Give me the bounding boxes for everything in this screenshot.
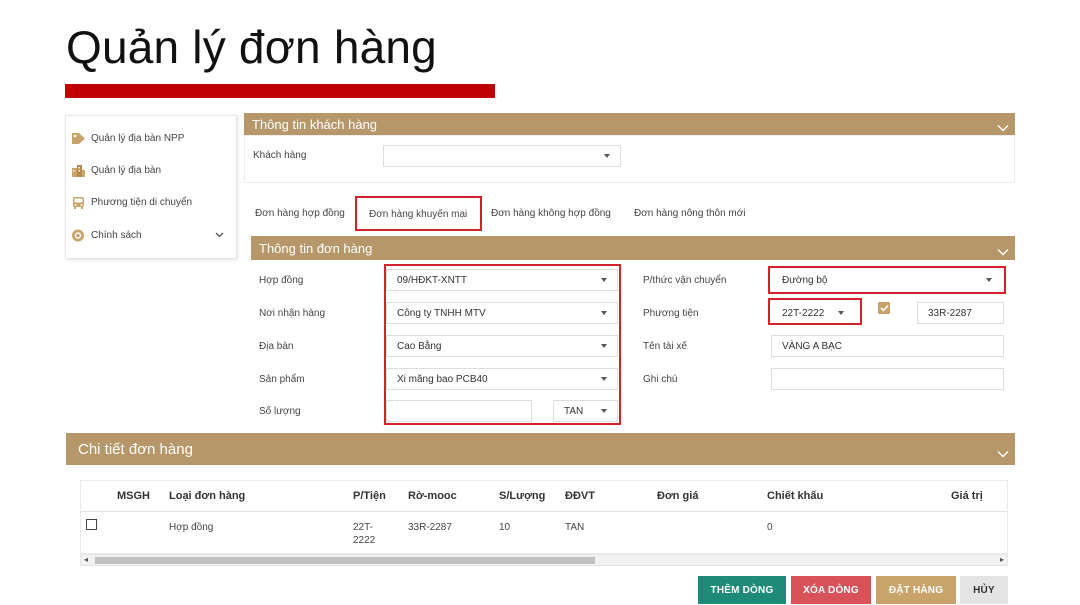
detail-panel-title: Chi tiết đơn hàng: [78, 440, 193, 458]
sidebar-item-vehicles[interactable]: Phương tiện di chuyển: [70, 195, 230, 209]
sidebar-item-label: Phương tiện di chuyển: [91, 196, 193, 208]
cancel-button[interactable]: HỦY: [960, 576, 1008, 604]
customer-label: Khách hàng: [253, 150, 307, 161]
scroll-left-icon[interactable]: ◂: [84, 555, 88, 565]
col-header-order-type: Loại đơn hàng: [169, 490, 246, 502]
order-detail-table: MSGH Loại đơn hàng P/Tiện Rờ-mooc S/Lượn…: [80, 480, 1008, 554]
title-underline-bar: [65, 84, 495, 98]
receiver-select[interactable]: Công ty TNHH MTV: [386, 302, 618, 324]
table-divider: [81, 511, 1007, 512]
quantity-input[interactable]: [386, 400, 532, 422]
col-header-unit: ĐĐVT: [565, 490, 595, 502]
sidebar-item-npp-area[interactable]: Quản lý địa bàn NPP: [70, 131, 230, 145]
col-header-unit-price: Đơn giá: [657, 490, 699, 502]
vehicle-value: 22T-2222: [782, 307, 825, 319]
sidebar-item-label: Quản lý địa bàn NPP: [91, 132, 185, 144]
sidebar-item-area[interactable]: Quản lý địa bàn: [70, 163, 230, 177]
contract-select[interactable]: 09/HĐKT-XNTT: [386, 269, 618, 291]
trailer-value: 33R-2287: [928, 307, 972, 319]
tab-non-contract-orders[interactable]: Đơn hàng không hợp đồng: [491, 208, 611, 219]
driver-value: VÀNG A BẠC: [782, 340, 843, 352]
caret-down-icon: [601, 278, 607, 282]
row-checkbox[interactable]: [86, 519, 97, 530]
transport-method-label: P/thức vận chuyển: [643, 275, 727, 286]
tab-rural-orders[interactable]: Đơn hàng nông thôn mới: [634, 208, 746, 219]
add-row-button[interactable]: THÊM DÒNG: [698, 576, 786, 604]
table-horizontal-scrollbar[interactable]: ◂ ▸: [80, 554, 1008, 566]
trailer-checkbox[interactable]: [878, 302, 890, 314]
caret-down-icon: [601, 409, 607, 413]
area-label: Địa bàn: [259, 341, 294, 352]
receiver-value: Công ty TNHH MTV: [397, 307, 486, 319]
vehicle-select[interactable]: 22T-2222: [771, 302, 859, 324]
note-label: Ghi chú: [643, 374, 678, 385]
col-header-msgh: MSGH: [117, 490, 150, 502]
product-select[interactable]: Xi măng bao PCB40: [386, 368, 618, 390]
cell-unit: TAN: [565, 522, 585, 533]
tag-icon: [70, 131, 86, 145]
bus-icon: [70, 195, 86, 209]
quantity-unit-value: TAN: [564, 405, 584, 417]
transport-method-select[interactable]: Đường bộ: [771, 269, 1003, 291]
cell-discount: 0: [767, 522, 773, 533]
caret-down-icon: [986, 278, 992, 282]
col-header-trailer: Rờ-mooc: [408, 490, 457, 502]
customer-panel-body: Khách hàng: [244, 135, 1015, 183]
contract-label: Hợp đồng: [259, 275, 304, 286]
cell-quantity: 10: [499, 522, 511, 533]
cell-order-type: Hợp đồng: [169, 522, 214, 533]
caret-down-icon: [601, 344, 607, 348]
chevron-down-icon[interactable]: [997, 120, 1009, 132]
chevron-down-icon[interactable]: [997, 244, 1009, 256]
scrollbar-thumb[interactable]: [95, 557, 595, 564]
cell-trailer: 33R-2287: [408, 522, 452, 533]
driver-label: Tên tài xế: [643, 341, 687, 352]
chevron-down-icon[interactable]: [997, 445, 1009, 458]
sidebar-item-label: Chính sách: [91, 229, 142, 241]
receiver-label: Nơi nhận hàng: [259, 308, 326, 319]
col-header-quantity: S/Lượng: [499, 490, 546, 502]
customer-panel-header[interactable]: Thông tin khách hàng: [244, 113, 1015, 135]
quantity-label: Số lượng: [259, 406, 301, 417]
building-icon: [70, 163, 86, 177]
col-header-discount: Chiết khấu: [767, 490, 824, 502]
col-header-vehicle: P/Tiện: [353, 490, 386, 502]
area-value: Cao Bằng: [397, 340, 442, 352]
contract-value: 09/HĐKT-XNTT: [397, 274, 468, 286]
trailer-input[interactable]: 33R-2287: [917, 302, 1004, 324]
quantity-unit-select[interactable]: TAN: [553, 400, 618, 422]
transport-method-value: Đường bộ: [782, 274, 828, 286]
scroll-right-icon[interactable]: ▸: [1000, 555, 1004, 565]
product-label: Sản phẩm: [259, 374, 305, 385]
detail-panel-header[interactable]: Chi tiết đơn hàng: [66, 433, 1015, 465]
order-panel-title: Thông tin đơn hàng: [259, 240, 373, 256]
caret-down-icon: [601, 311, 607, 315]
cell-vehicle: 22T-2222: [353, 522, 376, 546]
tab-contract-orders[interactable]: Đơn hàng hợp đồng: [255, 208, 345, 219]
sidebar: Quản lý địa bàn NPP Quản lý địa bàn Phươ…: [65, 115, 237, 259]
caret-down-icon: [601, 377, 607, 381]
slide-title: Quản lý đơn hàng: [66, 21, 437, 73]
delete-row-button[interactable]: XÓA DÒNG: [791, 576, 871, 604]
tab-promotion-orders[interactable]: Đơn hàng khuyến mại: [369, 209, 467, 220]
chevron-down-icon[interactable]: [215, 229, 224, 241]
product-value: Xi măng bao PCB40: [397, 373, 488, 385]
customer-panel-title: Thông tin khách hàng: [252, 116, 378, 132]
customer-select[interactable]: [383, 145, 621, 167]
driver-input[interactable]: VÀNG A BẠC: [771, 335, 1004, 357]
note-input[interactable]: [771, 368, 1004, 390]
col-header-value: Giá trị: [951, 490, 983, 502]
sidebar-item-policy[interactable]: Chính sách: [70, 228, 230, 242]
vehicle-label: Phương tiện: [643, 308, 699, 319]
caret-down-icon: [838, 311, 844, 315]
sidebar-item-label: Quản lý địa bàn: [91, 164, 162, 176]
order-panel-header[interactable]: Thông tin đơn hàng: [251, 236, 1015, 260]
policy-icon: [70, 228, 86, 242]
place-order-button[interactable]: ĐẶT HÀNG: [876, 576, 956, 604]
area-select[interactable]: Cao Bằng: [386, 335, 618, 357]
slide: Quản lý đơn hàng Quản lý địa bàn NPP Quả…: [0, 0, 1080, 605]
check-icon: [879, 304, 889, 312]
caret-down-icon: [604, 154, 610, 158]
